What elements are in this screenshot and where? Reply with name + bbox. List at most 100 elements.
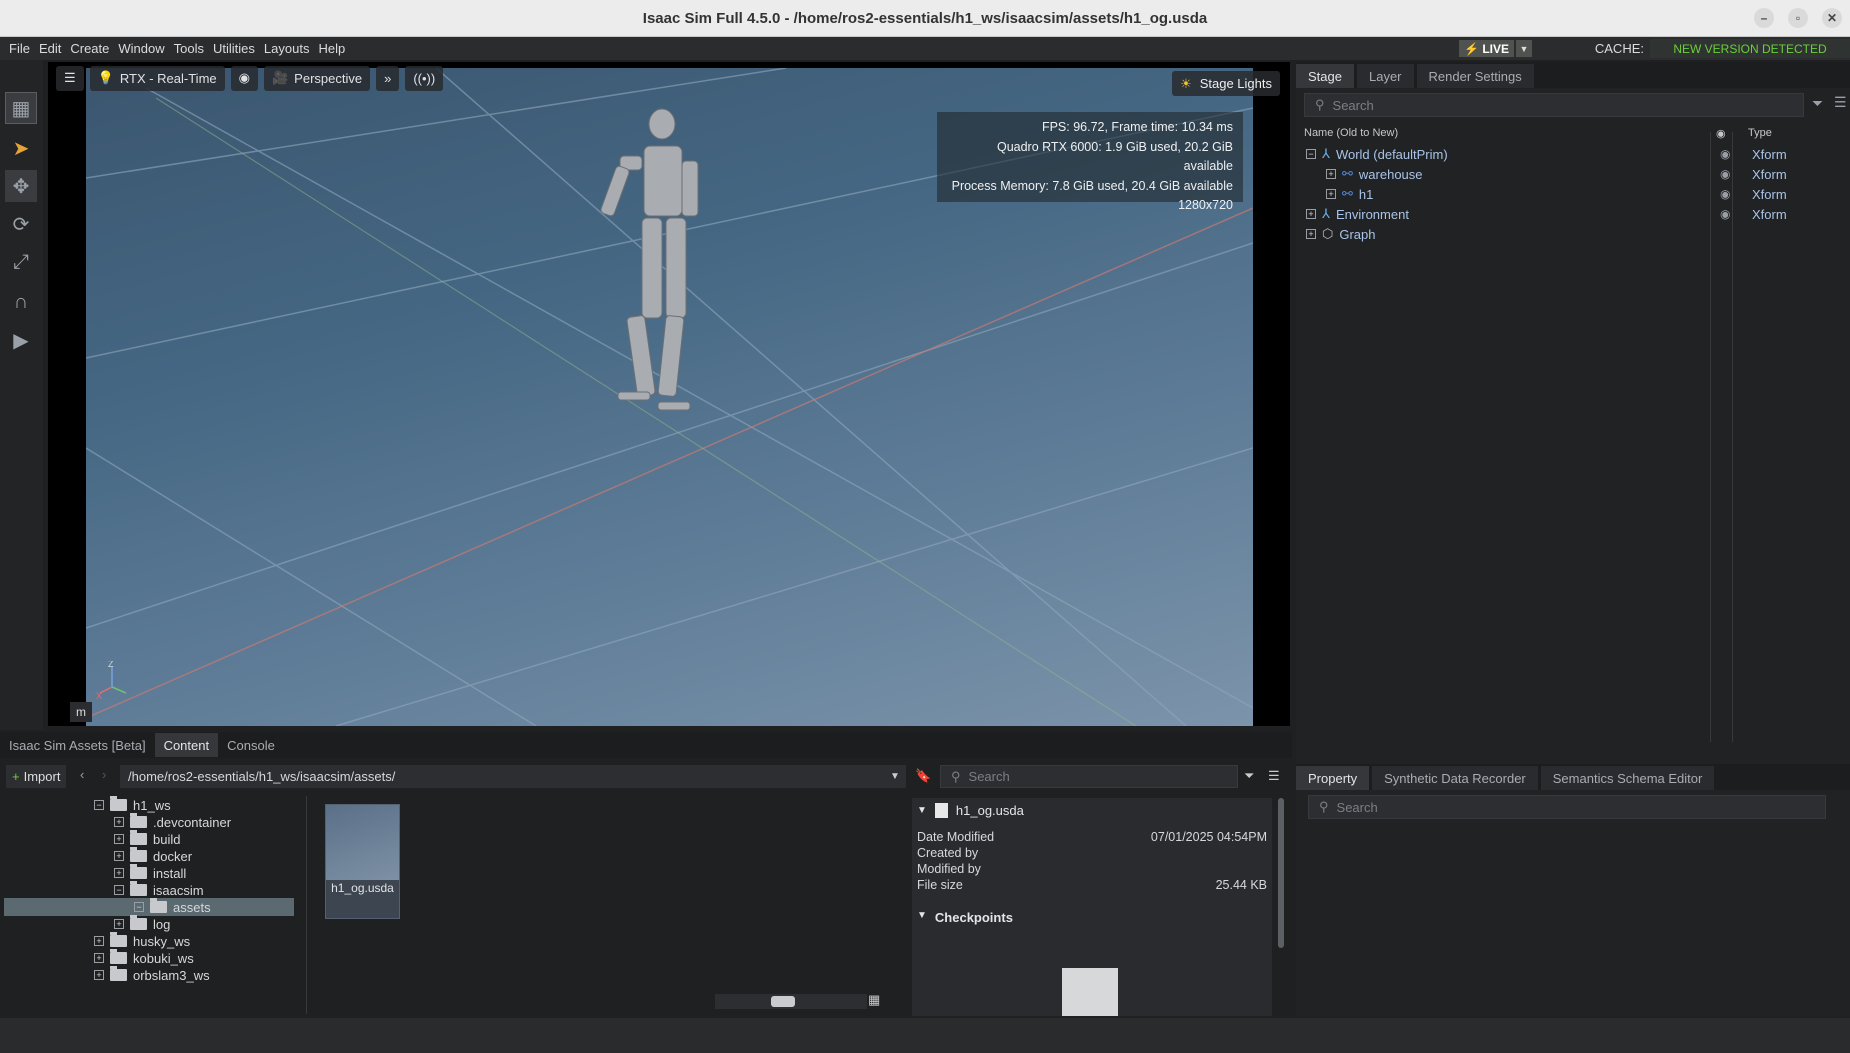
expand-icon[interactable]: + bbox=[1306, 209, 1316, 219]
col-name-header[interactable]: Name (Old to New) bbox=[1304, 127, 1398, 139]
menu-help[interactable]: Help bbox=[318, 41, 345, 56]
xform-icon: ⚯ bbox=[1342, 166, 1353, 181]
tab-console[interactable]: Console bbox=[218, 733, 284, 757]
tree-item-log[interactable]: + log bbox=[114, 915, 170, 933]
stage-row-warehouse[interactable]: + ⚯ warehouse ◉ Xform bbox=[1326, 164, 1836, 184]
collapse-icon[interactable]: − bbox=[1306, 149, 1316, 159]
import-button[interactable]: + Import bbox=[6, 765, 67, 788]
chevron-down-icon[interactable]: ▼ bbox=[890, 771, 900, 782]
back-arrow-icon[interactable]: ‹ bbox=[80, 767, 84, 782]
tab-semantics-schema-editor[interactable]: Semantics Schema Editor bbox=[1540, 766, 1715, 790]
bookmark-icon[interactable]: 🔖 bbox=[915, 768, 931, 784]
eye-icon[interactable]: ◉ bbox=[1720, 207, 1730, 221]
camera-button[interactable]: 🎥 Perspective bbox=[263, 65, 371, 91]
live-button[interactable]: ⚡ LIVE bbox=[1459, 40, 1514, 57]
filter-icon[interactable]: ⏷ bbox=[1244, 768, 1254, 784]
details-header[interactable]: ▼ h1_og.usda bbox=[917, 803, 1024, 818]
expand-toolbar-button[interactable]: » bbox=[376, 65, 400, 91]
tool-strip: ▦ ➤ ✥ ⟳ ⤢ ∩ ▶ bbox=[0, 60, 43, 730]
tab-stage[interactable]: Stage bbox=[1296, 64, 1354, 88]
eye-icon[interactable]: ◉ bbox=[1720, 167, 1730, 181]
file-thumbnail-h1-og[interactable]: h1_og.usda bbox=[325, 804, 400, 919]
tree-item-install[interactable]: + install bbox=[114, 864, 186, 882]
eye-icon[interactable]: ◉ bbox=[1720, 147, 1730, 161]
visibility-button[interactable]: ◉ bbox=[230, 65, 258, 91]
move-tool-icon[interactable]: ✥ bbox=[5, 170, 37, 202]
expand-icon[interactable]: + bbox=[1326, 189, 1336, 199]
snap-magnet-icon[interactable]: ∩ bbox=[5, 286, 37, 318]
scale-tool-icon[interactable]: ⤢ bbox=[5, 246, 37, 278]
menu-utilities[interactable]: Utilities bbox=[213, 41, 255, 56]
menu-edit[interactable]: Edit bbox=[39, 41, 61, 56]
stage-row-environment[interactable]: + ⅄ Environment ◉ Xform bbox=[1306, 204, 1836, 224]
thumbnail-size-slider[interactable] bbox=[715, 994, 867, 1009]
path-input[interactable]: /home/ros2-essentials/h1_ws/isaacsim/ass… bbox=[120, 765, 906, 788]
tab-render-settings[interactable]: Render Settings bbox=[1416, 64, 1534, 88]
date-modified-row: Date Modified 07/01/2025 04:54PM bbox=[917, 830, 1267, 844]
menu-file[interactable]: File bbox=[9, 41, 30, 56]
menu-layouts[interactable]: Layouts bbox=[264, 41, 310, 56]
stage-search-input[interactable]: ⚲ Search bbox=[1304, 93, 1804, 117]
renderer-button[interactable]: 💡 RTX - Real-Time bbox=[89, 65, 225, 91]
menu-create[interactable]: Create bbox=[70, 41, 109, 56]
maximize-button[interactable]: ▫ bbox=[1788, 8, 1808, 28]
file-size-row: File size 25.44 KB bbox=[917, 878, 1267, 892]
tree-item-orbslam3-ws[interactable]: + orbslam3_ws bbox=[94, 966, 210, 984]
tree-item-assets[interactable]: − assets bbox=[4, 898, 294, 916]
play-icon[interactable]: ▶ bbox=[5, 324, 37, 356]
options-menu-icon[interactable]: ☰ bbox=[1834, 94, 1847, 111]
select-mode-icon[interactable]: ▦ bbox=[5, 92, 37, 124]
stage-row-world[interactable]: − ⅄ World (defaultPrim) ◉ Xform bbox=[1306, 144, 1836, 164]
select-arrow-icon[interactable]: ➤ bbox=[5, 132, 37, 164]
tab-synthetic-data-recorder[interactable]: Synthetic Data Recorder bbox=[1372, 766, 1538, 790]
sliders-icon: ☰ bbox=[64, 70, 76, 85]
slider-handle[interactable] bbox=[771, 996, 795, 1007]
live-dropdown-button[interactable]: ▼ bbox=[1516, 40, 1532, 57]
grid-view-icon[interactable]: ▦ bbox=[868, 992, 880, 1008]
eye-icon[interactable]: ◉ bbox=[1720, 187, 1730, 201]
scene-view[interactable]: FPS: 96.72, Frame time: 10.34 ms Quadro … bbox=[86, 68, 1253, 726]
search-icon: ⚲ bbox=[1319, 799, 1329, 814]
property-tabs: Property Synthetic Data Recorder Semanti… bbox=[1296, 764, 1850, 790]
expand-icon[interactable]: + bbox=[1306, 229, 1316, 239]
checkpoints-header[interactable]: ▼ Checkpoints bbox=[917, 910, 1013, 925]
menu-window[interactable]: Window bbox=[118, 41, 164, 56]
tree-item-docker[interactable]: + docker bbox=[114, 847, 192, 865]
rotate-tool-icon[interactable]: ⟳ bbox=[5, 208, 37, 240]
tab-layer[interactable]: Layer bbox=[1356, 64, 1414, 88]
viewport-settings-button[interactable]: ☰ bbox=[56, 65, 84, 91]
axis-gizmo: Z X bbox=[96, 661, 127, 701]
tree-item-isaacsim[interactable]: − isaacsim bbox=[114, 881, 204, 899]
tree-item-build[interactable]: + build bbox=[114, 830, 180, 848]
close-button[interactable]: ✕ bbox=[1822, 8, 1842, 28]
forward-arrow-icon[interactable]: › bbox=[102, 767, 106, 782]
tree-item-husky-ws[interactable]: + husky_ws bbox=[94, 932, 190, 950]
file-tree: − h1_ws + .devcontainer + build + docker + in… bbox=[4, 796, 304, 1016]
unit-indicator[interactable]: m bbox=[70, 702, 92, 722]
sensor-button[interactable]: ((•)) bbox=[405, 65, 444, 91]
stage-row-h1[interactable]: + ⚯ h1 ◉ Xform bbox=[1326, 184, 1836, 204]
property-search-input[interactable]: ⚲ Search bbox=[1308, 795, 1826, 819]
tree-item-h1-ws[interactable]: − h1_ws bbox=[94, 796, 171, 814]
tree-item-kobuki-ws[interactable]: + kobuki_ws bbox=[94, 949, 194, 967]
col-type-header[interactable]: Type bbox=[1748, 127, 1772, 139]
tab-isaac-sim-assets[interactable]: Isaac Sim Assets [Beta] bbox=[0, 733, 155, 757]
options-menu-icon[interactable]: ☰ bbox=[1268, 768, 1280, 784]
filter-icon[interactable]: ⏷ bbox=[1812, 95, 1823, 112]
details-scrollbar[interactable] bbox=[1278, 798, 1284, 948]
tree-item-devcontainer[interactable]: + .devcontainer bbox=[114, 813, 231, 831]
stage-row-graph[interactable]: + ⬡ Graph bbox=[1306, 224, 1836, 244]
cache-status[interactable]: NEW VERSION DETECTED bbox=[1650, 39, 1850, 58]
menu-tools[interactable]: Tools bbox=[174, 41, 204, 56]
cube-icon: ⬡ bbox=[1322, 226, 1334, 241]
viewport[interactable]: FPS: 96.72, Frame time: 10.34 ms Quadro … bbox=[48, 62, 1290, 726]
folder-icon bbox=[130, 864, 147, 879]
content-search-input[interactable]: ⚲ Search bbox=[940, 765, 1238, 788]
minimize-button[interactable]: – bbox=[1754, 8, 1774, 28]
window-title: Isaac Sim Full 4.5.0 - /home/ros2-essent… bbox=[642, 9, 1208, 27]
tab-property[interactable]: Property bbox=[1296, 766, 1370, 790]
stage-lights-button[interactable]: ☀ Stage Lights bbox=[1172, 71, 1280, 96]
memory-stat: Process Memory: 7.8 GiB used, 20.4 GiB a… bbox=[951, 178, 1233, 193]
tab-content[interactable]: Content bbox=[154, 733, 219, 757]
expand-icon[interactable]: + bbox=[1326, 169, 1336, 179]
